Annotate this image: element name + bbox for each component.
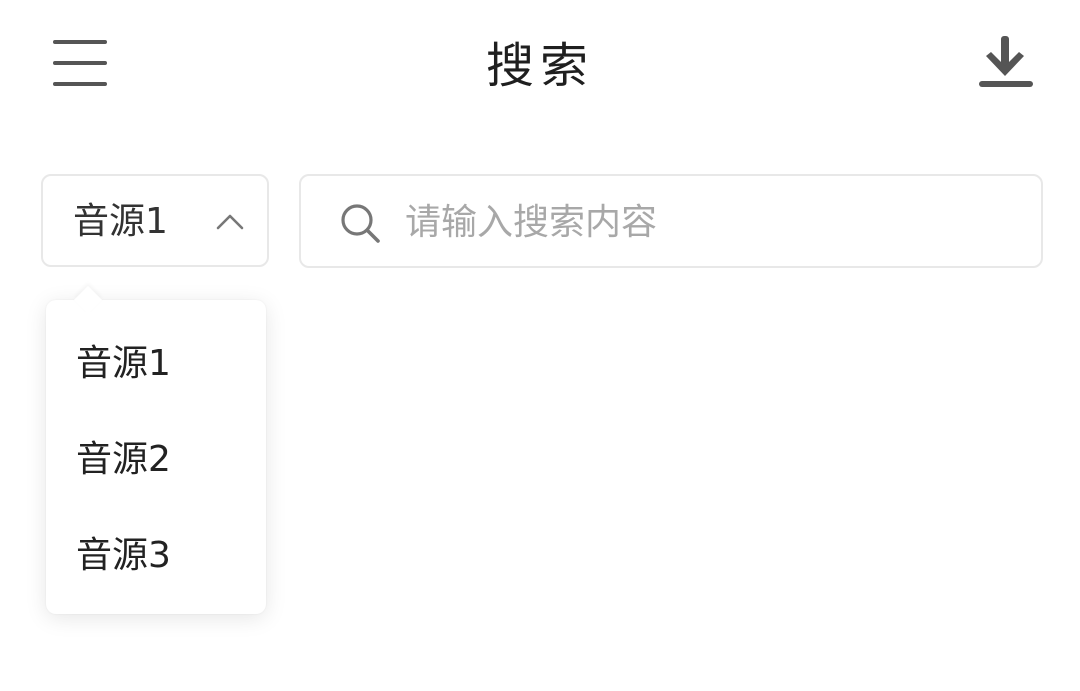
search-icon (339, 202, 381, 244)
page-title: 搜索 (485, 38, 594, 94)
download-icon (979, 36, 1033, 87)
source-option[interactable]: 音源2 (46, 412, 266, 508)
download-button[interactable] (974, 32, 1038, 92)
source-dropdown-menu: 音源1 音源2 音源3 (46, 285, 266, 614)
source-option[interactable]: 音源3 (46, 508, 266, 604)
source-select-value: 音源1 (73, 201, 168, 242)
dropdown-arrow (73, 285, 103, 315)
source-option[interactable]: 音源1 (46, 316, 266, 412)
search-box[interactable] (299, 174, 1043, 268)
chevron-up-icon (215, 210, 245, 232)
search-input[interactable] (405, 194, 1005, 250)
source-select[interactable]: 音源1 (41, 174, 269, 267)
